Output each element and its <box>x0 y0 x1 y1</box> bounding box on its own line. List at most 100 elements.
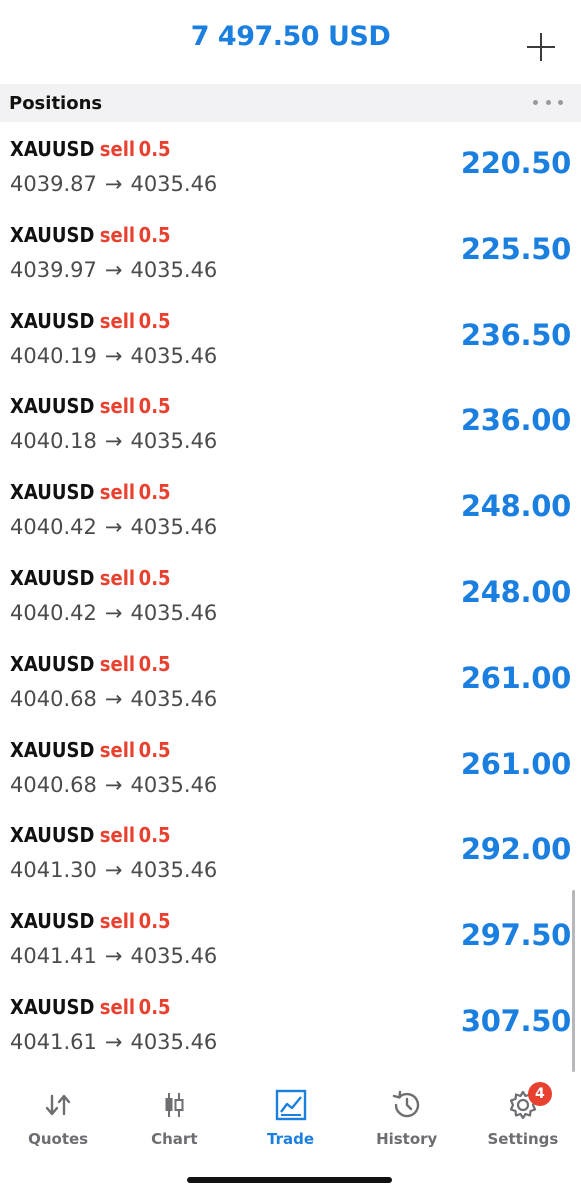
trade-chart-icon <box>274 1088 308 1122</box>
position-side: sell <box>99 737 136 762</box>
position-row[interactable]: XAUUSD sell 0.5 4040.68 → 4035.46 261.00 <box>0 637 581 723</box>
open-price: 4041.61 <box>10 1029 97 1054</box>
position-prices: 4041.61 → 4035.46 <box>10 1030 217 1054</box>
position-prices: 4041.41 → 4035.46 <box>10 944 217 968</box>
position-profit: 248.00 <box>460 489 571 524</box>
position-row[interactable]: XAUUSD sell 0.5 4039.87 → 4035.46 220.50 <box>0 122 581 208</box>
position-row[interactable]: XAUUSD sell 0.5 4041.61 → 4035.46 307.50 <box>0 980 581 1066</box>
position-profit: 220.50 <box>460 146 571 180</box>
current-price: 4035.46 <box>130 600 218 625</box>
arrow-right-icon: → <box>104 944 123 969</box>
positions-section-header: Positions <box>0 84 581 122</box>
open-price: 4039.87 <box>10 172 97 196</box>
position-side: sell <box>99 394 136 419</box>
position-row[interactable]: XAUUSD sell 0.5 4040.18 → 4035.46 236.00 <box>0 379 581 465</box>
tab-history[interactable]: History <box>349 1076 465 1156</box>
position-header: XAUUSD sell 0.5 <box>10 652 171 676</box>
arrow-right-icon: → <box>104 1029 123 1054</box>
position-prices: 4040.42 → 4035.46 <box>10 515 217 539</box>
position-symbol: XAUUSD <box>10 565 95 590</box>
tab-bar: Quotes Chart Trade History 4 Settings <box>0 1076 581 1156</box>
position-header: XAUUSD sell 0.5 <box>10 309 171 333</box>
position-volume: 0.5 <box>138 394 171 419</box>
position-row[interactable]: XAUUSD sell 0.5 4040.19 → 4035.46 236.50 <box>0 294 581 380</box>
position-profit: 225.50 <box>460 231 571 266</box>
current-price: 4035.46 <box>130 772 218 797</box>
position-volume: 0.5 <box>138 222 171 247</box>
position-symbol: XAUUSD <box>10 994 95 1019</box>
position-side: sell <box>99 137 136 161</box>
position-volume: 0.5 <box>138 909 171 934</box>
position-symbol: XAUUSD <box>10 308 95 333</box>
position-profit: 248.00 <box>460 574 571 609</box>
position-header: XAUUSD sell 0.5 <box>10 223 171 247</box>
position-symbol: XAUUSD <box>10 737 95 762</box>
position-row[interactable]: XAUUSD sell 0.5 4039.97 → 4035.46 225.50 <box>0 208 581 294</box>
position-header: XAUUSD sell 0.5 <box>10 995 171 1019</box>
arrow-right-icon: → <box>104 429 123 454</box>
position-profit: 297.50 <box>460 918 571 953</box>
position-prices: 4041.30 → 4035.46 <box>10 858 217 882</box>
position-profit: 261.00 <box>460 746 571 781</box>
position-symbol: XAUUSD <box>10 651 95 676</box>
tab-trade[interactable]: Trade <box>232 1076 348 1156</box>
home-indicator[interactable] <box>187 1177 392 1183</box>
tab-settings[interactable]: 4 Settings <box>465 1076 581 1156</box>
open-price: 4041.41 <box>10 944 97 969</box>
position-header: XAUUSD sell 0.5 <box>10 480 171 504</box>
position-side: sell <box>99 823 136 848</box>
scrollbar[interactable] <box>572 890 575 1072</box>
position-profit: 236.00 <box>460 403 571 438</box>
position-volume: 0.5 <box>138 565 171 590</box>
position-profit: 236.50 <box>460 317 571 352</box>
position-header: XAUUSD sell 0.5 <box>10 909 171 933</box>
arrow-right-icon: → <box>104 772 123 797</box>
arrow-right-icon: → <box>104 172 123 196</box>
position-row[interactable]: XAUUSD sell 0.5 4040.42 → 4035.46 248.00 <box>0 465 581 551</box>
position-side: sell <box>99 480 136 505</box>
current-price: 4035.46 <box>130 515 218 540</box>
position-prices: 4040.68 → 4035.46 <box>10 687 217 711</box>
current-price: 4035.46 <box>130 686 218 711</box>
position-row[interactable]: XAUUSD sell 0.5 4040.68 → 4035.46 261.00 <box>0 723 581 809</box>
more-dots-icon[interactable] <box>533 100 563 106</box>
position-row[interactable]: XAUUSD sell 0.5 4041.30 → 4035.46 292.00 <box>0 808 581 894</box>
position-header: XAUUSD sell 0.5 <box>10 566 171 590</box>
position-symbol: XAUUSD <box>10 823 95 848</box>
plus-icon[interactable] <box>527 32 557 62</box>
arrow-right-icon: → <box>104 515 123 540</box>
current-price: 4035.46 <box>130 1029 218 1054</box>
tab-label: History <box>376 1130 438 1148</box>
position-symbol: XAUUSD <box>10 394 95 419</box>
position-side: sell <box>99 222 136 247</box>
position-prices: 4040.68 → 4035.46 <box>10 773 217 797</box>
tab-quotes[interactable]: Quotes <box>0 1076 116 1156</box>
current-price: 4035.46 <box>130 944 218 969</box>
position-profit: 261.00 <box>460 660 571 695</box>
open-price: 4040.19 <box>10 343 97 368</box>
tab-label: Chart <box>151 1130 198 1148</box>
open-price: 4040.42 <box>10 515 97 540</box>
open-price: 4040.68 <box>10 686 97 711</box>
position-row[interactable]: XAUUSD sell 0.5 4041.41 → 4035.46 297.50 <box>0 894 581 980</box>
arrow-right-icon: → <box>104 686 123 711</box>
tab-chart[interactable]: Chart <box>116 1076 232 1156</box>
position-side: sell <box>99 565 136 590</box>
account-balance[interactable]: 7 497.50 USD <box>191 21 391 52</box>
arrow-right-icon: → <box>104 600 123 625</box>
position-prices: 4039.97 → 4035.46 <box>10 258 217 282</box>
position-symbol: XAUUSD <box>10 137 95 161</box>
position-row[interactable]: XAUUSD sell 0.5 4040.42 → 4035.46 248.00 <box>0 551 581 637</box>
open-price: 4040.18 <box>10 429 97 454</box>
current-price: 4035.46 <box>130 257 218 282</box>
position-symbol: XAUUSD <box>10 909 95 934</box>
position-header: XAUUSD sell 0.5 <box>10 738 171 762</box>
position-volume: 0.5 <box>138 308 171 333</box>
position-side: sell <box>99 994 136 1019</box>
arrow-right-icon: → <box>104 257 123 282</box>
position-volume: 0.5 <box>138 480 171 505</box>
current-price: 4035.46 <box>130 343 218 368</box>
position-side: sell <box>99 308 136 333</box>
position-volume: 0.5 <box>138 651 171 676</box>
arrow-right-icon: → <box>104 858 123 883</box>
